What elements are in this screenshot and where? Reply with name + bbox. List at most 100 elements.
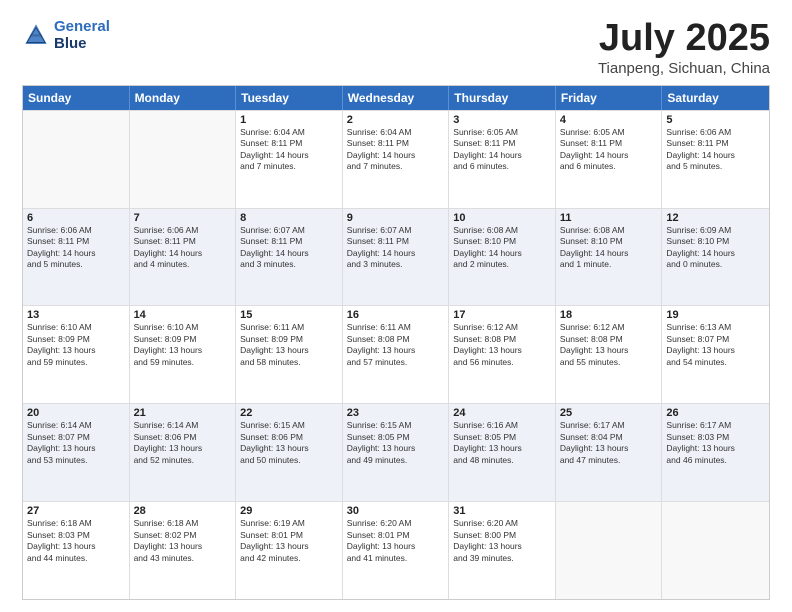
day-cell-27: 27Sunrise: 6:18 AM Sunset: 8:03 PM Dayli… (23, 502, 130, 599)
calendar-row-2: 6Sunrise: 6:06 AM Sunset: 8:11 PM Daylig… (23, 208, 769, 306)
day-number: 10 (453, 212, 551, 224)
day-info: Sunrise: 6:11 AM Sunset: 8:09 PM Dayligh… (240, 322, 338, 368)
day-number: 30 (347, 505, 445, 517)
day-info: Sunrise: 6:10 AM Sunset: 8:09 PM Dayligh… (134, 322, 232, 368)
empty-cell (662, 502, 769, 599)
day-number: 31 (453, 505, 551, 517)
day-info: Sunrise: 6:10 AM Sunset: 8:09 PM Dayligh… (27, 322, 125, 368)
day-number: 23 (347, 407, 445, 419)
day-number: 5 (666, 114, 765, 126)
calendar-row-3: 13Sunrise: 6:10 AM Sunset: 8:09 PM Dayli… (23, 305, 769, 403)
day-cell-23: 23Sunrise: 6:15 AM Sunset: 8:05 PM Dayli… (343, 404, 450, 501)
day-number: 3 (453, 114, 551, 126)
day-cell-8: 8Sunrise: 6:07 AM Sunset: 8:11 PM Daylig… (236, 209, 343, 306)
day-info: Sunrise: 6:12 AM Sunset: 8:08 PM Dayligh… (560, 322, 658, 368)
day-number: 15 (240, 309, 338, 321)
day-cell-15: 15Sunrise: 6:11 AM Sunset: 8:09 PM Dayli… (236, 306, 343, 403)
day-number: 25 (560, 407, 658, 419)
day-info: Sunrise: 6:14 AM Sunset: 8:06 PM Dayligh… (134, 420, 232, 466)
calendar-row-4: 20Sunrise: 6:14 AM Sunset: 8:07 PM Dayli… (23, 403, 769, 501)
day-cell-18: 18Sunrise: 6:12 AM Sunset: 8:08 PM Dayli… (556, 306, 663, 403)
day-info: Sunrise: 6:14 AM Sunset: 8:07 PM Dayligh… (27, 420, 125, 466)
day-number: 27 (27, 505, 125, 517)
day-number: 4 (560, 114, 658, 126)
day-number: 28 (134, 505, 232, 517)
day-cell-20: 20Sunrise: 6:14 AM Sunset: 8:07 PM Dayli… (23, 404, 130, 501)
page: General Blue July 2025 Tianpeng, Sichuan… (0, 0, 792, 612)
day-info: Sunrise: 6:17 AM Sunset: 8:03 PM Dayligh… (666, 420, 765, 466)
calendar-header: SundayMondayTuesdayWednesdayThursdayFrid… (23, 86, 769, 110)
day-info: Sunrise: 6:08 AM Sunset: 8:10 PM Dayligh… (453, 225, 551, 271)
day-number: 20 (27, 407, 125, 419)
weekday-header-thursday: Thursday (449, 86, 556, 110)
day-info: Sunrise: 6:11 AM Sunset: 8:08 PM Dayligh… (347, 322, 445, 368)
day-info: Sunrise: 6:20 AM Sunset: 8:01 PM Dayligh… (347, 518, 445, 564)
day-info: Sunrise: 6:20 AM Sunset: 8:00 PM Dayligh… (453, 518, 551, 564)
day-number: 22 (240, 407, 338, 419)
day-number: 17 (453, 309, 551, 321)
day-info: Sunrise: 6:04 AM Sunset: 8:11 PM Dayligh… (240, 127, 338, 173)
weekday-header-saturday: Saturday (662, 86, 769, 110)
day-info: Sunrise: 6:15 AM Sunset: 8:05 PM Dayligh… (347, 420, 445, 466)
day-cell-7: 7Sunrise: 6:06 AM Sunset: 8:11 PM Daylig… (130, 209, 237, 306)
weekday-header-friday: Friday (556, 86, 663, 110)
day-info: Sunrise: 6:09 AM Sunset: 8:10 PM Dayligh… (666, 225, 765, 271)
day-number: 8 (240, 212, 338, 224)
header: General Blue July 2025 Tianpeng, Sichuan… (22, 18, 770, 77)
day-cell-17: 17Sunrise: 6:12 AM Sunset: 8:08 PM Dayli… (449, 306, 556, 403)
day-number: 12 (666, 212, 765, 224)
day-info: Sunrise: 6:05 AM Sunset: 8:11 PM Dayligh… (453, 127, 551, 173)
empty-cell (130, 111, 237, 208)
day-number: 6 (27, 212, 125, 224)
day-cell-5: 5Sunrise: 6:06 AM Sunset: 8:11 PM Daylig… (662, 111, 769, 208)
day-cell-6: 6Sunrise: 6:06 AM Sunset: 8:11 PM Daylig… (23, 209, 130, 306)
day-number: 19 (666, 309, 765, 321)
day-info: Sunrise: 6:08 AM Sunset: 8:10 PM Dayligh… (560, 225, 658, 271)
logo: General Blue (22, 18, 110, 53)
day-cell-12: 12Sunrise: 6:09 AM Sunset: 8:10 PM Dayli… (662, 209, 769, 306)
calendar-body: 1Sunrise: 6:04 AM Sunset: 8:11 PM Daylig… (23, 110, 769, 599)
day-cell-2: 2Sunrise: 6:04 AM Sunset: 8:11 PM Daylig… (343, 111, 450, 208)
day-info: Sunrise: 6:12 AM Sunset: 8:08 PM Dayligh… (453, 322, 551, 368)
empty-cell (556, 502, 663, 599)
day-number: 14 (134, 309, 232, 321)
day-cell-31: 31Sunrise: 6:20 AM Sunset: 8:00 PM Dayli… (449, 502, 556, 599)
day-number: 16 (347, 309, 445, 321)
day-info: Sunrise: 6:06 AM Sunset: 8:11 PM Dayligh… (27, 225, 125, 271)
day-cell-26: 26Sunrise: 6:17 AM Sunset: 8:03 PM Dayli… (662, 404, 769, 501)
day-cell-9: 9Sunrise: 6:07 AM Sunset: 8:11 PM Daylig… (343, 209, 450, 306)
month-title: July 2025 (598, 18, 770, 60)
day-number: 24 (453, 407, 551, 419)
day-info: Sunrise: 6:18 AM Sunset: 8:02 PM Dayligh… (134, 518, 232, 564)
title-block: July 2025 Tianpeng, Sichuan, China (598, 18, 770, 77)
day-cell-28: 28Sunrise: 6:18 AM Sunset: 8:02 PM Dayli… (130, 502, 237, 599)
day-cell-19: 19Sunrise: 6:13 AM Sunset: 8:07 PM Dayli… (662, 306, 769, 403)
day-cell-16: 16Sunrise: 6:11 AM Sunset: 8:08 PM Dayli… (343, 306, 450, 403)
day-cell-11: 11Sunrise: 6:08 AM Sunset: 8:10 PM Dayli… (556, 209, 663, 306)
day-number: 26 (666, 407, 765, 419)
day-info: Sunrise: 6:05 AM Sunset: 8:11 PM Dayligh… (560, 127, 658, 173)
day-number: 21 (134, 407, 232, 419)
calendar-row-1: 1Sunrise: 6:04 AM Sunset: 8:11 PM Daylig… (23, 110, 769, 208)
day-number: 2 (347, 114, 445, 126)
day-info: Sunrise: 6:07 AM Sunset: 8:11 PM Dayligh… (240, 225, 338, 271)
calendar-row-5: 27Sunrise: 6:18 AM Sunset: 8:03 PM Dayli… (23, 501, 769, 599)
logo-line1: General (54, 18, 110, 35)
day-number: 9 (347, 212, 445, 224)
weekday-header-sunday: Sunday (23, 86, 130, 110)
day-cell-14: 14Sunrise: 6:10 AM Sunset: 8:09 PM Dayli… (130, 306, 237, 403)
calendar: SundayMondayTuesdayWednesdayThursdayFrid… (22, 85, 770, 600)
day-number: 29 (240, 505, 338, 517)
day-cell-4: 4Sunrise: 6:05 AM Sunset: 8:11 PM Daylig… (556, 111, 663, 208)
weekday-header-tuesday: Tuesday (236, 86, 343, 110)
day-info: Sunrise: 6:15 AM Sunset: 8:06 PM Dayligh… (240, 420, 338, 466)
weekday-header-wednesday: Wednesday (343, 86, 450, 110)
day-info: Sunrise: 6:06 AM Sunset: 8:11 PM Dayligh… (666, 127, 765, 173)
day-info: Sunrise: 6:04 AM Sunset: 8:11 PM Dayligh… (347, 127, 445, 173)
day-cell-10: 10Sunrise: 6:08 AM Sunset: 8:10 PM Dayli… (449, 209, 556, 306)
day-info: Sunrise: 6:17 AM Sunset: 8:04 PM Dayligh… (560, 420, 658, 466)
day-number: 11 (560, 212, 658, 224)
day-info: Sunrise: 6:06 AM Sunset: 8:11 PM Dayligh… (134, 225, 232, 271)
day-info: Sunrise: 6:16 AM Sunset: 8:05 PM Dayligh… (453, 420, 551, 466)
day-cell-25: 25Sunrise: 6:17 AM Sunset: 8:04 PM Dayli… (556, 404, 663, 501)
